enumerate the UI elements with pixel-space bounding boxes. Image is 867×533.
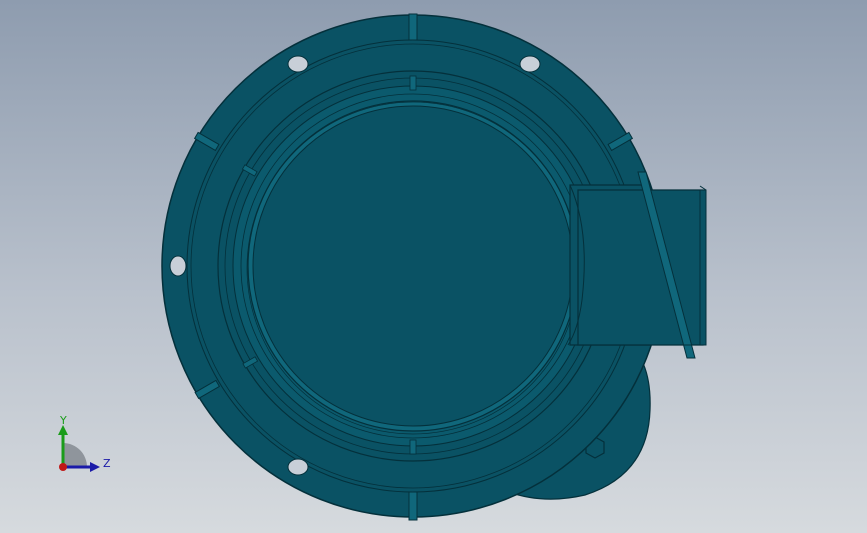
z-axis-arrow-icon [90,462,100,472]
z-axis-label: Z [103,457,111,470]
axis-triad[interactable]: Y Z [48,410,118,480]
side-outlet [569,171,707,359]
y-axis-label: Y [59,414,67,427]
origin-dot-icon [59,463,67,471]
cad-viewport[interactable]: Y Z [0,0,867,533]
valve-disc [252,105,574,427]
valve-3d-model[interactable] [0,0,867,533]
triad-quadrant [63,443,87,467]
